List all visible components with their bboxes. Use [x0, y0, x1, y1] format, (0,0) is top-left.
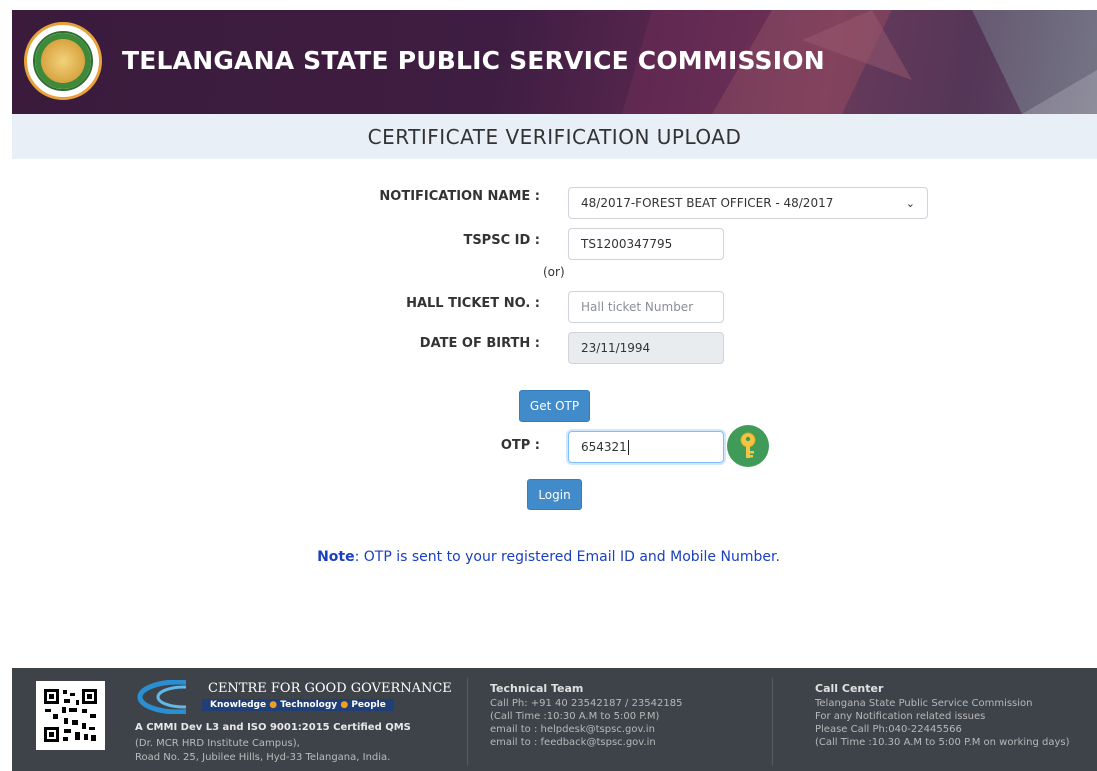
cgg-tag-knowledge: Knowledge: [210, 700, 267, 710]
call-center-org: Telangana State Public Service Commissio…: [815, 698, 1033, 709]
page-title: CERTIFICATE VERIFICATION UPLOAD: [367, 125, 742, 149]
dob-value: 23/11/1994: [581, 341, 651, 355]
site-title: TELANGANA STATE PUBLIC SERVICE COMMISSIO…: [122, 46, 825, 75]
cgg-address-line-1: (Dr. MCR HRD Institute Campus),: [135, 738, 300, 749]
chevron-down-icon: ⌄: [905, 197, 915, 210]
call-center: Call Center Telangana State Public Servi…: [815, 682, 1070, 749]
call-center-phone: Please Call Ph:040-22445566: [815, 724, 962, 735]
notification-select[interactable]: 48/2017-FOREST BEAT OFFICER - 48/2017 ⌄: [568, 187, 928, 219]
page-title-bar: CERTIFICATE VERIFICATION UPLOAD: [12, 114, 1097, 159]
tspsc-id-label: TSPSC ID :: [463, 233, 540, 248]
note-prefix: Note: [317, 549, 355, 565]
cgg-tag-people: People: [351, 700, 386, 710]
tspsc-id-input[interactable]: TS1200347795: [568, 228, 724, 260]
get-otp-button[interactable]: Get OTP: [519, 390, 590, 422]
footer-divider: [467, 678, 468, 766]
technical-team: Technical Team Call Ph: +91 40 23542187 …: [490, 682, 682, 749]
cgg-name: CENTRE FOR GOOD GOVERNANCE: [208, 681, 452, 696]
text-caret: [627, 439, 629, 455]
cgg-address-line-2: Road No. 25, Jubilee Hills, Hyd-33 Telan…: [135, 752, 391, 763]
hall-ticket-label: HALL TICKET NO. :: [406, 296, 540, 311]
header-banner: TELANGANA STATE PUBLIC SERVICE COMMISSIO…: [12, 10, 1097, 114]
key-icon[interactable]: [727, 425, 769, 467]
otp-note: Note: OTP is sent to your registered Ema…: [0, 549, 1097, 565]
call-center-heading: Call Center: [815, 682, 884, 695]
otp-value: 654321: [581, 440, 627, 454]
notification-label: NOTIFICATION NAME :: [379, 189, 540, 204]
note-text: : OTP is sent to your registered Email I…: [354, 549, 780, 565]
technical-email-feedback[interactable]: email to : feedback@tspsc.gov.in: [490, 736, 682, 749]
tspsc-emblem-icon: [24, 22, 102, 100]
technical-team-heading: Technical Team: [490, 682, 584, 695]
footer-divider: [772, 678, 773, 766]
dob-label: DATE OF BIRTH :: [419, 336, 540, 351]
qr-code-icon: [36, 681, 105, 750]
hall-ticket-placeholder: Hall ticket Number: [581, 300, 694, 314]
cgg-certification: A CMMI Dev L3 and ISO 9001:2015 Certifie…: [135, 722, 411, 733]
login-button[interactable]: Login: [527, 479, 582, 510]
cgg-tagline: Knowledge ● Technology ● People: [202, 699, 394, 711]
dob-field: 23/11/1994: [568, 332, 724, 364]
hall-ticket-input[interactable]: Hall ticket Number: [568, 291, 724, 323]
otp-label: OTP :: [500, 438, 540, 453]
notification-selected-value: 48/2017-FOREST BEAT OFFICER - 48/2017: [581, 196, 834, 210]
call-center-time: (Call Time :10.30 A.M to 5:00 P.M on wor…: [815, 737, 1070, 748]
or-separator: (or): [543, 265, 565, 279]
tspsc-id-value: TS1200347795: [581, 237, 673, 251]
call-center-purpose: For any Notification related issues: [815, 711, 986, 722]
technical-call-time: (Call Time :10:30 A.M to 5:00 P.M): [490, 711, 660, 722]
technical-email-helpdesk[interactable]: email to : helpdesk@tspsc.gov.in: [490, 723, 682, 736]
technical-phone: Call Ph: +91 40 23542187 / 23542185: [490, 698, 683, 709]
footer: CENTRE FOR GOOD GOVERNANCE Knowledge ● T…: [12, 668, 1097, 771]
cgg-tag-technology: Technology: [280, 700, 338, 710]
otp-input[interactable]: 654321: [568, 431, 724, 463]
